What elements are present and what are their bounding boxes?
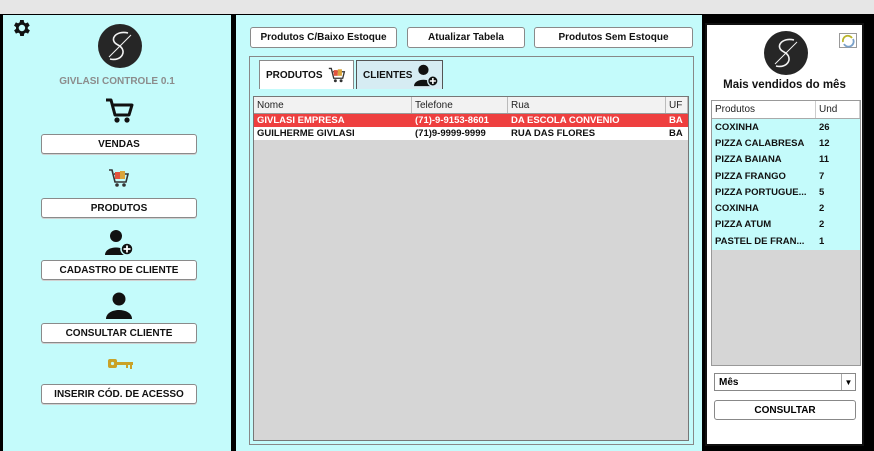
- tab-produtos-label: PRODUTOS: [266, 69, 323, 81]
- clients-table[interactable]: Nome Telefone Rua UF GIVLASI EMPRESA (71…: [253, 96, 689, 441]
- product-units: 26: [819, 121, 830, 133]
- list-item[interactable]: PIZZA BAIANA 11: [712, 152, 860, 168]
- consult-button[interactable]: CONSULTAR: [714, 400, 856, 420]
- cell-telefone: (71)-9-9153-8601: [415, 115, 489, 126]
- sales-button[interactable]: VENDAS: [41, 134, 197, 154]
- best-sellers-header: Produtos Und: [712, 101, 860, 119]
- tab-clientes[interactable]: CLIENTES: [356, 60, 443, 89]
- window-top-strip: [0, 0, 874, 14]
- cell-nome: GIVLASI EMPRESA: [257, 115, 345, 126]
- products-button[interactable]: PRODUTOS: [41, 198, 197, 218]
- tab-produtos[interactable]: PRODUTOS: [259, 60, 354, 89]
- product-units: 5: [819, 186, 825, 198]
- list-item[interactable]: PIZZA CALABRESA 12: [712, 135, 860, 151]
- app-logo: [764, 31, 808, 75]
- column-header-uf[interactable]: UF: [666, 97, 688, 113]
- sidebar: GIVLASI CONTROLE 0.1 VENDAS PRODUTOS CAD…: [3, 15, 231, 451]
- column-header-nome[interactable]: Nome: [254, 97, 412, 113]
- table-row[interactable]: GUILHERME GIVLASI (71)9-9999-9999 RUA DA…: [254, 127, 688, 140]
- product-name: COXINHA: [715, 203, 759, 215]
- shopping-cart-products-icon: [109, 169, 130, 187]
- product-units: 1: [819, 235, 825, 247]
- product-units: 2: [819, 219, 825, 231]
- insert-access-code-button[interactable]: INSERIR CÓD. DE ACESSO: [41, 384, 197, 404]
- list-item[interactable]: PIZZA FRANGO 7: [712, 168, 860, 184]
- product-name: PIZZA PORTUGUE...: [715, 186, 807, 198]
- period-select-value: Mês: [719, 376, 739, 388]
- cell-uf: BA: [669, 115, 683, 126]
- best-sellers-table[interactable]: Produtos Und COXINHA 26 PIZZA CALABRESA 12…: [711, 100, 861, 366]
- products-icon: [328, 67, 345, 83]
- list-item[interactable]: COXINHA 2: [712, 200, 860, 216]
- product-name: COXINHA: [715, 121, 759, 133]
- product-name: PIZZA FRANGO: [715, 170, 786, 182]
- refresh-table-button[interactable]: Atualizar Tabela: [407, 27, 525, 48]
- product-units: 7: [819, 170, 825, 182]
- product-name: PIZZA BAIANA: [715, 154, 782, 166]
- cell-rua: RUA DAS FLORES: [511, 128, 596, 139]
- product-units: 12: [819, 137, 830, 149]
- user-icon: [106, 292, 132, 319]
- list-item[interactable]: PIZZA ATUM 2: [712, 217, 860, 233]
- app-logo: [98, 24, 142, 68]
- gear-icon[interactable]: [10, 17, 32, 39]
- product-name: PIZZA ATUM: [715, 219, 772, 231]
- list-item[interactable]: PASTEL DE FRAN... 1: [712, 233, 860, 249]
- table-row[interactable]: GIVLASI EMPRESA (71)-9-9153-8601 DA ESCO…: [254, 114, 688, 127]
- period-select[interactable]: Mês ▼: [714, 373, 856, 391]
- key-icon: [108, 359, 133, 369]
- best-sellers-body: COXINHA 26 PIZZA CALABRESA 12 PIZZA BAIANA…: [712, 119, 860, 250]
- low-stock-button[interactable]: Produtos C/Baixo Estoque: [250, 27, 397, 48]
- cell-rua: DA ESCOLA CONVENIO: [511, 115, 620, 126]
- add-user-icon: [105, 230, 134, 256]
- cell-telefone: (71)9-9999-9999: [415, 128, 486, 139]
- product-name: PIZZA CALABRESA: [715, 137, 805, 149]
- list-item[interactable]: PIZZA PORTUGUE... 5: [712, 184, 860, 200]
- product-units: 11: [819, 154, 830, 166]
- no-stock-button[interactable]: Produtos Sem Estoque: [534, 27, 693, 48]
- clients-icon: [414, 64, 440, 87]
- column-header-rua[interactable]: Rua: [508, 97, 666, 113]
- cart-icon: [106, 98, 134, 123]
- chevron-down-icon[interactable]: ▼: [841, 374, 855, 390]
- best-sellers-title: Mais vendidos do mês: [723, 79, 846, 91]
- best-sellers-panel: Mais vendidos do mês Produtos Und COXINH…: [705, 23, 864, 446]
- product-name: PASTEL DE FRAN...: [715, 235, 805, 247]
- column-header-telefone[interactable]: Telefone: [412, 97, 508, 113]
- search-client-button[interactable]: CONSULTAR CLIENTE: [41, 323, 197, 343]
- product-units: 2: [819, 203, 825, 215]
- refresh-icon[interactable]: [839, 33, 857, 48]
- column-header-produtos[interactable]: Produtos: [712, 101, 816, 118]
- register-client-button[interactable]: CADASTRO DE CLIENTE: [41, 260, 197, 280]
- cell-uf: BA: [669, 128, 683, 139]
- main-panel: Produtos C/Baixo Estoque Atualizar Tabel…: [236, 15, 702, 451]
- clients-table-header: Nome Telefone Rua UF: [254, 97, 688, 114]
- cell-nome: GUILHERME GIVLASI: [257, 128, 355, 139]
- list-item[interactable]: COXINHA 26: [712, 119, 860, 135]
- app-title: GIVLASI CONTROLE 0.1: [59, 76, 175, 87]
- column-header-und[interactable]: Und: [816, 101, 860, 118]
- tab-clientes-label: CLIENTES: [363, 69, 413, 81]
